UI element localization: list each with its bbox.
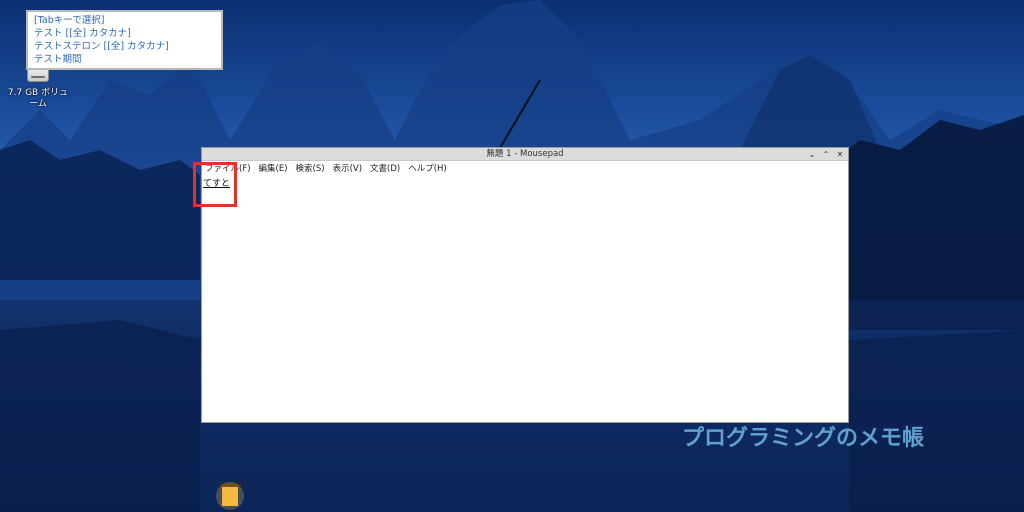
close-icon[interactable]: ✕ — [835, 150, 845, 160]
menu-help[interactable]: ヘルプ(H) — [407, 161, 448, 177]
menu-document[interactable]: 文書(D) — [369, 161, 401, 177]
chevron-down-icon[interactable]: ⌄ — [807, 150, 817, 160]
window-title: 無題 1 - Mousepad — [486, 149, 564, 159]
desktop: 7.7 GB ボリューム [Tabキーで選択] テスト [[全] カタカナ] テ… — [0, 0, 1024, 512]
mousepad-window: 無題 1 - Mousepad ⌄ ⌃ ✕ ファイル(F) 編集(E) 検索(S… — [201, 147, 849, 423]
ime-candidate-item[interactable]: テスト [[全] カタカナ] — [34, 27, 215, 40]
ime-candidate-item[interactable]: テスト期間 — [34, 53, 215, 66]
text-editor-area[interactable]: てすと — [202, 178, 848, 422]
chevron-up-icon[interactable]: ⌃ — [821, 150, 831, 160]
window-titlebar[interactable]: 無題 1 - Mousepad ⌄ ⌃ ✕ — [202, 148, 848, 161]
highlight-annotation-box — [193, 162, 237, 207]
menubar: ファイル(F) 編集(E) 検索(S) 表示(V) 文書(D) ヘルプ(H) — [202, 161, 848, 177]
watermark-text: プログラミングのメモ帳 — [682, 426, 925, 451]
menu-search[interactable]: 検索(S) — [295, 161, 326, 177]
ime-popup-header: [Tabキーで選択] — [34, 15, 105, 26]
ime-candidate-popup[interactable]: [Tabキーで選択] テスト [[全] カタカナ] テストステロン [[全] カ… — [26, 10, 223, 70]
menu-edit[interactable]: 編集(E) — [258, 161, 289, 177]
desktop-icon-label: 7.7 GB ボリューム — [7, 88, 69, 109]
window-controls: ⌄ ⌃ ✕ — [807, 148, 845, 161]
ime-candidate-item[interactable]: テストステロン [[全] カタカナ] — [34, 40, 215, 53]
menu-view[interactable]: 表示(V) — [332, 161, 363, 177]
desktop-icon-volume[interactable]: 7.7 GB ボリューム — [4, 66, 72, 110]
